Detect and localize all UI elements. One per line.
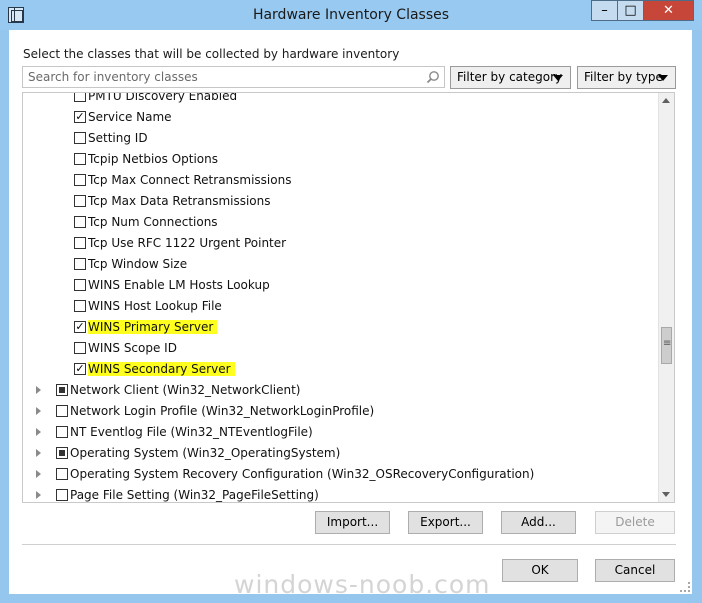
- tree-property-row[interactable]: WINS Scope ID: [23, 338, 659, 359]
- dropdown-arrow-icon: [553, 75, 563, 81]
- checkbox[interactable]: [74, 216, 86, 228]
- filter-category-label: Filter by category: [457, 70, 563, 84]
- checkbox[interactable]: [74, 300, 86, 312]
- tree-item-label: Service Name: [88, 110, 172, 124]
- checkbox[interactable]: [56, 447, 68, 459]
- maximize-button[interactable]: □: [617, 0, 644, 21]
- expand-arrow-icon[interactable]: [36, 449, 41, 457]
- divider: [22, 544, 676, 545]
- expand-arrow-icon[interactable]: [36, 491, 41, 499]
- tree-item-label: WINS Host Lookup File: [88, 299, 222, 313]
- checkbox[interactable]: [74, 237, 86, 249]
- add-button[interactable]: Add...: [501, 511, 576, 534]
- checkbox[interactable]: ✓: [74, 363, 86, 375]
- tree-item-label: Tcp Max Connect Retransmissions: [88, 173, 292, 187]
- tree-item-label: WINS Secondary Server: [88, 362, 235, 376]
- checkbox[interactable]: [74, 153, 86, 165]
- tree-class-row[interactable]: Operating System (Win32_OperatingSystem): [23, 443, 659, 464]
- inventory-class-tree[interactable]: Page File Setting (Win32_PageFileSetting…: [22, 92, 675, 503]
- close-button[interactable]: ✕: [643, 0, 694, 21]
- tree-item-label: Page File Setting (Win32_PageFileSetting…: [70, 488, 319, 502]
- cancel-button[interactable]: Cancel: [595, 559, 675, 582]
- tree-item-label: Tcp Max Data Retransmissions: [88, 194, 271, 208]
- checkbox[interactable]: [74, 132, 86, 144]
- checkbox[interactable]: [74, 195, 86, 207]
- tree-property-row[interactable]: ✓ Service Name: [23, 107, 659, 128]
- expand-arrow-icon[interactable]: [36, 407, 41, 415]
- tree-item-label: WINS Scope ID: [88, 341, 177, 355]
- magnifier-icon[interactable]: [426, 70, 440, 84]
- tree-class-row[interactable]: NT Eventlog File (Win32_NTEventlogFile): [23, 422, 659, 443]
- tree-property-row[interactable]: Tcpip Netbios Options: [23, 149, 659, 170]
- tree-property-row[interactable]: ✓ WINS Primary Server: [23, 317, 659, 338]
- tree-item-label: Network Client (Win32_NetworkClient): [70, 383, 301, 397]
- checkbox[interactable]: [56, 426, 68, 438]
- expand-arrow-icon[interactable]: [36, 470, 41, 478]
- import-button[interactable]: Import...: [315, 511, 390, 534]
- filter-by-type-button[interactable]: Filter by type: [577, 66, 676, 89]
- title-bar[interactable]: Hardware Inventory Classes – □ ✕: [0, 0, 702, 30]
- tree-property-row[interactable]: ✓ WINS Secondary Server: [23, 359, 659, 380]
- tree-property-row[interactable]: Setting ID: [23, 128, 659, 149]
- tree-class-row[interactable]: Network Login Profile (Win32_NetworkLogi…: [23, 401, 659, 422]
- tree-class-row[interactable]: Network Client (Win32_NetworkClient): [23, 380, 659, 401]
- resize-grip-icon[interactable]: [680, 582, 690, 592]
- ok-button[interactable]: OK: [502, 559, 578, 582]
- tree-item-label: Tcpip Netbios Options: [88, 152, 218, 166]
- checkbox[interactable]: [74, 342, 86, 354]
- tree-property-row[interactable]: Tcp Max Connect Retransmissions: [23, 170, 659, 191]
- checkbox[interactable]: [74, 258, 86, 270]
- checkbox[interactable]: ✓: [74, 111, 86, 123]
- checkbox[interactable]: [74, 93, 86, 102]
- vertical-scrollbar[interactable]: [658, 93, 674, 502]
- search-placeholder: Search for inventory classes: [28, 70, 198, 84]
- tree-item-label: Network Login Profile (Win32_NetworkLogi…: [70, 404, 375, 418]
- tree-item-label: PMTU Discovery Enabled: [88, 92, 238, 103]
- checkbox[interactable]: [56, 489, 68, 501]
- expand-arrow-icon[interactable]: [36, 386, 41, 394]
- checkbox[interactable]: [56, 405, 68, 417]
- tree-property-row[interactable]: Tcp Use RFC 1122 Urgent Pointer: [23, 233, 659, 254]
- scroll-thumb[interactable]: [661, 327, 672, 364]
- checkbox[interactable]: ✓: [74, 321, 86, 333]
- tree-item-label: WINS Enable LM Hosts Lookup: [88, 278, 270, 292]
- dialog-window: Hardware Inventory Classes – □ ✕ Select …: [0, 0, 702, 603]
- tree-item-label: NT Eventlog File (Win32_NTEventlogFile): [70, 425, 313, 439]
- dialog-body: Select the classes that will be collecte…: [9, 30, 692, 599]
- watermark-text: windows-noob.com: [234, 570, 491, 599]
- tree-item-label: Tcp Window Size: [88, 257, 188, 271]
- tree-item-label: WINS Primary Server: [88, 320, 218, 334]
- delete-button[interactable]: Delete: [595, 511, 675, 534]
- checkbox[interactable]: [74, 279, 86, 291]
- checkbox[interactable]: [56, 384, 68, 396]
- tree-item-label: Setting ID: [88, 131, 148, 145]
- scroll-up-arrow-icon[interactable]: [662, 98, 670, 103]
- tree-property-row[interactable]: Tcp Num Connections: [23, 212, 659, 233]
- instruction-text: Select the classes that will be collecte…: [23, 47, 400, 61]
- minimize-button[interactable]: –: [591, 0, 618, 21]
- tree-property-row[interactable]: Tcp Window Size: [23, 254, 659, 275]
- filter-by-category-button[interactable]: Filter by category: [450, 66, 571, 89]
- tree-item-label: Operating System (Win32_OperatingSystem): [70, 446, 341, 460]
- export-button[interactable]: Export...: [408, 511, 483, 534]
- tree-property-row[interactable]: WINS Enable LM Hosts Lookup: [23, 275, 659, 296]
- filter-type-label: Filter by type: [584, 70, 663, 84]
- search-input[interactable]: Search for inventory classes: [22, 66, 445, 88]
- tree-property-row[interactable]: WINS Host Lookup File: [23, 296, 659, 317]
- tree-item-label: Operating System Recovery Configuration …: [70, 467, 535, 481]
- checkbox[interactable]: [56, 468, 68, 480]
- expand-arrow-icon[interactable]: [36, 428, 41, 436]
- tree-item-label: Tcp Use RFC 1122 Urgent Pointer: [88, 236, 287, 250]
- tree-class-row[interactable]: Operating System Recovery Configuration …: [23, 464, 659, 485]
- checkbox[interactable]: [74, 174, 86, 186]
- tree-class-row[interactable]: Page File Setting (Win32_PageFileSetting…: [23, 485, 659, 502]
- scroll-down-arrow-icon[interactable]: [662, 492, 670, 497]
- tree-property-row[interactable]: Tcp Max Data Retransmissions: [23, 191, 659, 212]
- tree-item-label: Tcp Num Connections: [88, 215, 218, 229]
- tree-property-row[interactable]: PMTU Discovery Enabled: [23, 92, 659, 107]
- dropdown-arrow-icon: [658, 75, 668, 81]
